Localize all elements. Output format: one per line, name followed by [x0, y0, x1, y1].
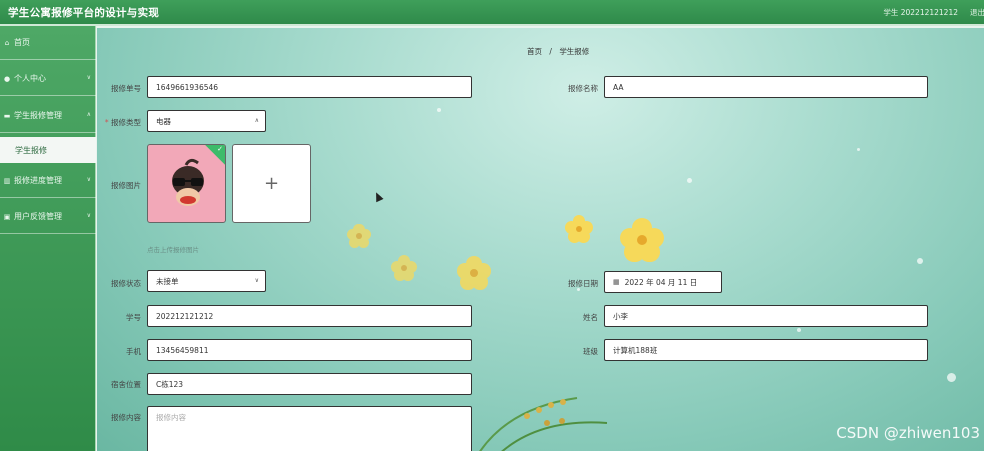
- upload-add-button[interactable]: +: [232, 144, 311, 223]
- app-title: 学生公寓报修平台的设计与实现: [8, 7, 160, 19]
- required-mark: *: [104, 118, 109, 127]
- repair-status-value: 未接单: [156, 276, 179, 286]
- watermark: CSDN @zhiwen103: [836, 424, 980, 442]
- dorm-label: 宿舍位置: [111, 380, 141, 389]
- class-label: 班级: [583, 347, 598, 356]
- background-flower: [565, 215, 593, 243]
- repair-date-picker[interactable]: ▦ 2022 年 04 月 11 日: [604, 271, 722, 293]
- student-no-value: 202212121212: [156, 311, 214, 321]
- breadcrumb-current: 学生报修: [559, 47, 590, 56]
- class-input[interactable]: 计算机188班: [604, 339, 928, 361]
- content-label: 报修内容: [111, 413, 141, 422]
- progress-icon: ▥: [3, 176, 11, 185]
- background-flower: [391, 255, 417, 281]
- name-input[interactable]: 小李: [604, 305, 928, 327]
- breadcrumb: 首页 / 学生报修: [527, 46, 589, 57]
- repair-no-value: 1649661936546: [156, 82, 219, 92]
- sidebar-item-home[interactable]: ⌂ 首页: [0, 26, 96, 60]
- home-icon: ⌂: [4, 38, 10, 47]
- mouse-cursor-icon: [372, 190, 384, 203]
- student-no-label: 学号: [126, 313, 141, 322]
- name-label: 姓名: [583, 313, 598, 322]
- repair-type-value: 电器: [156, 116, 171, 126]
- sidebar-item-progress[interactable]: ▥ 报修进度管理 ∨: [0, 164, 96, 198]
- phone-label: 手机: [126, 347, 141, 356]
- repair-image-label: 报修图片: [111, 181, 141, 190]
- calendar-icon: ▦: [613, 278, 620, 286]
- sidebar-item-repair-manage[interactable]: ▬ 学生报修管理 ∧: [0, 99, 96, 133]
- background-grass: [479, 397, 608, 451]
- check-icon: ✓: [217, 145, 223, 153]
- repair-name-value: AA: [613, 82, 624, 92]
- sidebar-item-label: 报修进度管理: [14, 176, 62, 185]
- repair-name-input[interactable]: AA: [604, 76, 928, 98]
- chevron-down-icon: ∨: [86, 74, 91, 81]
- sidebar-item-profile[interactable]: ● 个人中心 ∨: [0, 62, 96, 96]
- dorm-input[interactable]: C栋123: [147, 373, 472, 395]
- background-bubble: [687, 178, 692, 183]
- plus-icon: +: [263, 173, 280, 194]
- content-placeholder: 报修内容: [156, 413, 186, 422]
- chevron-down-icon: ∨: [254, 277, 259, 284]
- background-flower: [457, 256, 491, 290]
- chevron-down-icon: ∨: [86, 176, 91, 183]
- background-flower: [620, 218, 664, 262]
- sidebar-item-label: 个人中心: [14, 74, 46, 83]
- background-bubble: [857, 148, 860, 151]
- feedback-icon: ▣: [3, 212, 11, 221]
- chevron-up-icon: ∧: [86, 111, 91, 118]
- content-textarea[interactable]: 报修内容: [147, 406, 472, 451]
- sidebar-subitem-student-repair[interactable]: 学生报修: [0, 137, 96, 163]
- class-value: 计算机188班: [613, 345, 658, 355]
- user-icon: ●: [3, 74, 11, 83]
- dorm-value: C栋123: [156, 379, 184, 389]
- sidebar-item-label: 首页: [14, 38, 30, 47]
- sidebar-item-label: 学生报修管理: [14, 111, 62, 120]
- phone-value: 13456459811: [156, 345, 209, 355]
- chevron-up-icon: ∧: [254, 117, 259, 124]
- repair-status-label: 报修状态: [111, 279, 141, 288]
- breadcrumb-home[interactable]: 首页: [527, 47, 542, 56]
- phone-input[interactable]: 13456459811: [147, 339, 472, 361]
- name-value: 小李: [613, 311, 628, 321]
- background-bubble: [947, 373, 956, 382]
- main-content: 首页 / 学生报修 报修单号 1649661936546 报修名称 AA * 报…: [97, 28, 984, 451]
- repair-name-label: 报修名称: [568, 84, 598, 93]
- background-bubble: [437, 108, 441, 112]
- monkey-avatar-icon: [172, 158, 204, 206]
- background-flower: [347, 224, 371, 248]
- repair-type-label-text: 报修类型: [111, 118, 141, 127]
- upload-tip: 点击上传报修图片: [147, 246, 199, 254]
- student-no-input[interactable]: 202212121212: [147, 305, 472, 327]
- user-info: 学生 202212121212: [883, 8, 958, 17]
- repair-date-value: 2022 年 04 月 11 日: [624, 277, 698, 287]
- uploaded-image-thumbnail[interactable]: ✓: [147, 144, 226, 223]
- repair-type-select[interactable]: 电器 ∧: [147, 110, 266, 132]
- logout-link[interactable]: 退出: [970, 7, 984, 18]
- sidebar-item-feedback[interactable]: ▣ 用户反馈管理 ∨: [0, 200, 96, 234]
- repair-no-label: 报修单号: [111, 84, 141, 93]
- breadcrumb-separator: /: [549, 47, 552, 56]
- background-bubble: [917, 258, 923, 264]
- repair-date-label: 报修日期: [568, 279, 598, 288]
- sidebar-subitem-label: 学生报修: [15, 145, 47, 155]
- wrench-icon: ▬: [3, 111, 11, 120]
- repair-type-label: * 报修类型: [105, 117, 141, 128]
- chevron-down-icon: ∨: [86, 212, 91, 219]
- background-bubble: [797, 328, 801, 332]
- repair-status-select[interactable]: 未接单 ∨: [147, 270, 266, 292]
- sidebar: ⌂ 首页 ● 个人中心 ∨ ▬ 学生报修管理 ∧ 学生报修 ▥ 报修进度管理 ∨…: [0, 26, 96, 451]
- sidebar-item-label: 用户反馈管理: [14, 212, 62, 221]
- repair-no-input[interactable]: 1649661936546: [147, 76, 472, 98]
- header-bar: 学生公寓报修平台的设计与实现 学生 202212121212 退出: [0, 0, 984, 26]
